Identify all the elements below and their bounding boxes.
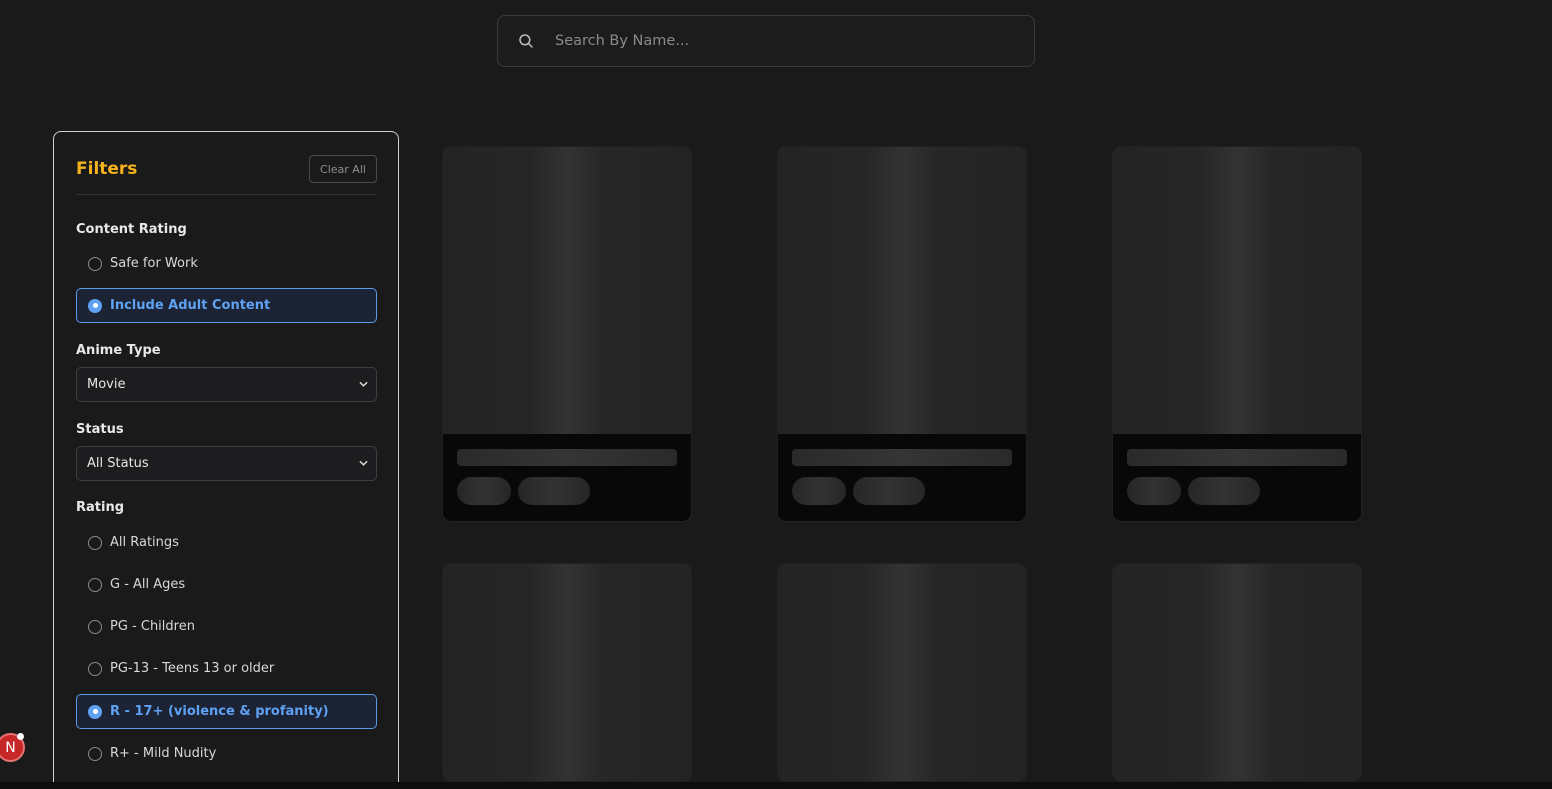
- rating-option-rplus[interactable]: R+ - Mild Nudity: [76, 736, 377, 771]
- search-bar[interactable]: [497, 15, 1035, 67]
- tag-placeholder: [1127, 477, 1181, 505]
- card-info-placeholder: [443, 434, 691, 521]
- content-rating-label: Content Rating: [76, 222, 187, 237]
- bottom-edge: [0, 782, 1552, 789]
- title-placeholder: [457, 449, 677, 466]
- option-label: PG-13 - Teens 13 or older: [110, 661, 275, 676]
- radio-icon[interactable]: [88, 661, 102, 676]
- anime-card-skeleton: [1112, 563, 1362, 782]
- content-rating-option-adult[interactable]: Include Adult Content: [76, 288, 377, 323]
- poster-placeholder: [1113, 564, 1361, 781]
- tag-placeholder: [457, 477, 511, 505]
- option-label: Safe for Work: [110, 256, 198, 271]
- option-label: R+ - Mild Nudity: [110, 746, 217, 761]
- title-placeholder: [1127, 449, 1347, 466]
- search-icon: [516, 31, 536, 51]
- radio-icon[interactable]: [88, 535, 102, 550]
- rating-label: Rating: [76, 500, 125, 515]
- anime-card-skeleton: [1112, 146, 1362, 522]
- status-label: Status: [76, 422, 124, 437]
- anime-card-skeleton: [777, 146, 1027, 522]
- filters-header: Filters Clear All: [76, 155, 377, 195]
- rating-option-pg[interactable]: PG - Children: [76, 609, 377, 644]
- filters-title: Filters: [76, 159, 138, 179]
- anime-type-value: Movie: [87, 377, 126, 392]
- rating-option-pg13[interactable]: PG-13 - Teens 13 or older: [76, 651, 377, 686]
- option-label: Include Adult Content: [110, 298, 271, 313]
- tag-placeholder: [1188, 477, 1260, 505]
- poster-placeholder: [443, 147, 691, 434]
- radio-icon[interactable]: [88, 256, 102, 271]
- poster-placeholder: [1113, 147, 1361, 434]
- anime-type-label: Anime Type: [76, 343, 161, 358]
- tag-placeholder: [853, 477, 925, 505]
- rating-option-g[interactable]: G - All Ages: [76, 567, 377, 602]
- rating-option-all[interactable]: All Ratings: [76, 525, 377, 560]
- anime-card-skeleton: [777, 563, 1027, 782]
- option-label: All Ratings: [110, 535, 179, 550]
- clear-all-button[interactable]: Clear All: [309, 155, 377, 183]
- rating-option-r17[interactable]: R - 17+ (violence & profanity): [76, 694, 377, 729]
- chevron-down-icon: [359, 458, 368, 469]
- radio-icon[interactable]: [88, 619, 102, 634]
- poster-placeholder: [778, 147, 1026, 434]
- anime-card-skeleton: [442, 146, 692, 522]
- filters-panel: Filters Clear All Content Rating Safe fo…: [53, 131, 399, 789]
- notification-dot-icon: [17, 733, 24, 740]
- content-rating-option-sfw[interactable]: Safe for Work: [76, 246, 377, 281]
- option-label: PG - Children: [110, 619, 195, 634]
- poster-placeholder: [443, 564, 691, 781]
- radio-icon[interactable]: [88, 704, 102, 719]
- search-input[interactable]: [555, 33, 1034, 49]
- card-info-placeholder: [778, 434, 1026, 521]
- chevron-down-icon: [359, 379, 368, 390]
- option-label: G - All Ages: [110, 577, 186, 592]
- radio-icon[interactable]: [88, 298, 102, 313]
- status-value: All Status: [87, 456, 149, 471]
- card-info-placeholder: [1113, 434, 1361, 521]
- radio-icon[interactable]: [88, 577, 102, 592]
- status-select[interactable]: All Status: [76, 446, 377, 481]
- radio-icon[interactable]: [88, 746, 102, 761]
- anime-type-select[interactable]: Movie: [76, 367, 377, 402]
- poster-placeholder: [778, 564, 1026, 781]
- option-label: R - 17+ (violence & profanity): [110, 704, 329, 719]
- tag-placeholder: [518, 477, 590, 505]
- title-placeholder: [792, 449, 1012, 466]
- tag-placeholder: [792, 477, 846, 505]
- anime-card-skeleton: [442, 563, 692, 782]
